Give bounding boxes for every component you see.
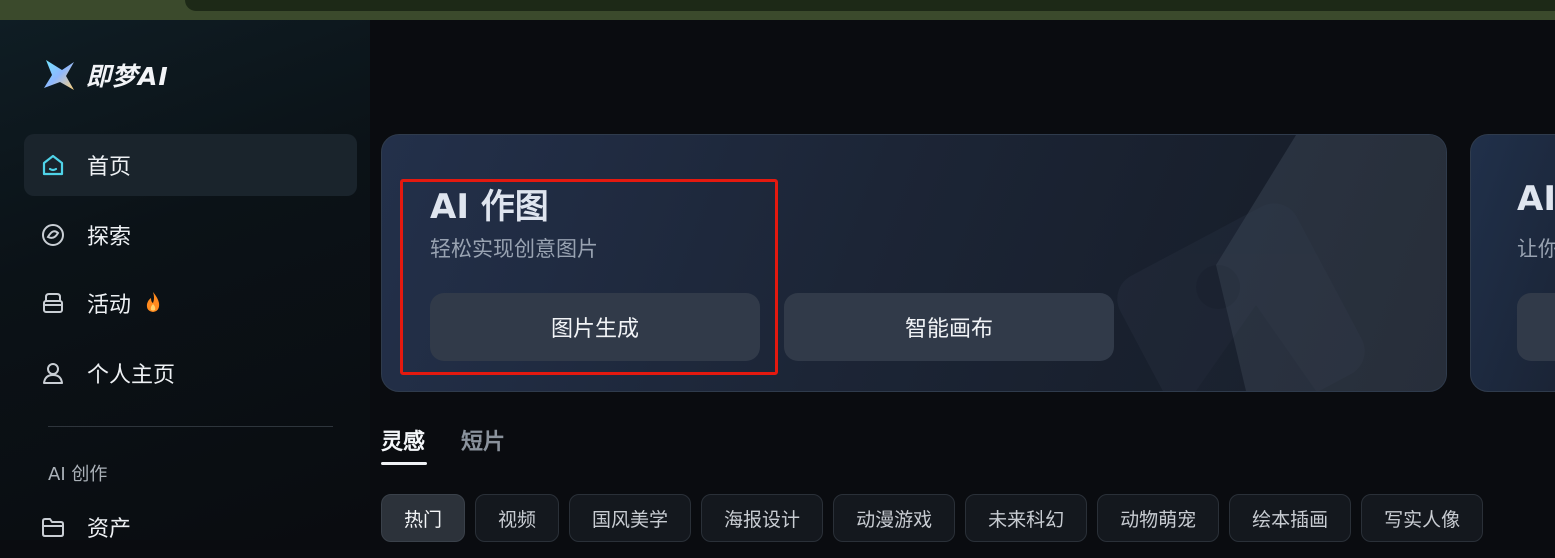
ai-image-card: AI 作图 轻松实现创意图片 图片生成 智能画布 bbox=[381, 134, 1447, 392]
sidebar-item-activity[interactable]: 活动 bbox=[24, 272, 357, 334]
sidebar-item-assets[interactable]: 资产 bbox=[24, 496, 357, 558]
brand-logo[interactable]: 即梦AI bbox=[40, 56, 169, 94]
browser-top-strip-inner bbox=[185, 0, 1555, 11]
explore-icon bbox=[42, 224, 64, 246]
sidebar-item-label: 个人主页 bbox=[87, 363, 176, 388]
chip-portrait[interactable]: 写实人像 bbox=[1361, 494, 1484, 542]
card-subtitle: 轻松实现创意图片 bbox=[430, 237, 598, 261]
chip-illustration[interactable]: 绘本插画 bbox=[1229, 494, 1352, 542]
sidebar-item-home[interactable]: 首页 bbox=[24, 134, 357, 196]
card-subtitle: 让你 bbox=[1517, 237, 1555, 261]
tab-inspiration[interactable]: 灵感 bbox=[381, 424, 425, 456]
tab-active-indicator bbox=[381, 462, 427, 465]
sidebar-divider bbox=[48, 426, 333, 427]
browser-top-strip bbox=[0, 0, 1555, 20]
smart-canvas-button[interactable]: 智能画布 bbox=[784, 293, 1114, 361]
sidebar-item-explore[interactable]: 探索 bbox=[24, 204, 357, 266]
home-icon bbox=[42, 154, 64, 176]
card-action-button[interactable] bbox=[1517, 293, 1555, 361]
folder-icon bbox=[42, 518, 64, 537]
flame-icon bbox=[146, 292, 160, 312]
sidebar-item-profile[interactable]: 个人主页 bbox=[24, 342, 357, 404]
card-title: AI bbox=[1517, 179, 1555, 219]
image-generate-button[interactable]: 图片生成 bbox=[430, 293, 760, 361]
ai-video-card: AI 让你 bbox=[1470, 134, 1555, 392]
tab-short-film[interactable]: 短片 bbox=[461, 424, 505, 456]
chip-anime-games[interactable]: 动漫游戏 bbox=[833, 494, 956, 542]
chip-hot[interactable]: 热门 bbox=[381, 494, 466, 542]
user-icon bbox=[43, 363, 63, 384]
chip-poster-design[interactable]: 海报设计 bbox=[701, 494, 824, 542]
sidebar-item-label: 活动 bbox=[87, 293, 132, 318]
sidebar-section-title: AI 创作 bbox=[48, 464, 108, 485]
sidebar-item-label: 资产 bbox=[87, 517, 132, 542]
chip-sci-fi[interactable]: 未来科幻 bbox=[965, 494, 1088, 542]
chip-pets[interactable]: 动物萌宠 bbox=[1097, 494, 1220, 542]
card-title: AI 作图 bbox=[430, 187, 549, 227]
brand-name: 即梦AI bbox=[86, 62, 169, 91]
sidebar-item-label: 首页 bbox=[87, 155, 132, 180]
logo-star-icon bbox=[44, 60, 74, 90]
chip-video[interactable]: 视频 bbox=[475, 494, 560, 542]
gift-icon bbox=[43, 293, 63, 313]
chip-chinese-aesthetics[interactable]: 国风美学 bbox=[569, 494, 692, 542]
sidebar-item-label: 探索 bbox=[87, 225, 132, 250]
category-chips: 热门 视频 国风美学 海报设计 动漫游戏 未来科幻 动物萌宠 绘本插画 写实人像 bbox=[381, 494, 1484, 542]
